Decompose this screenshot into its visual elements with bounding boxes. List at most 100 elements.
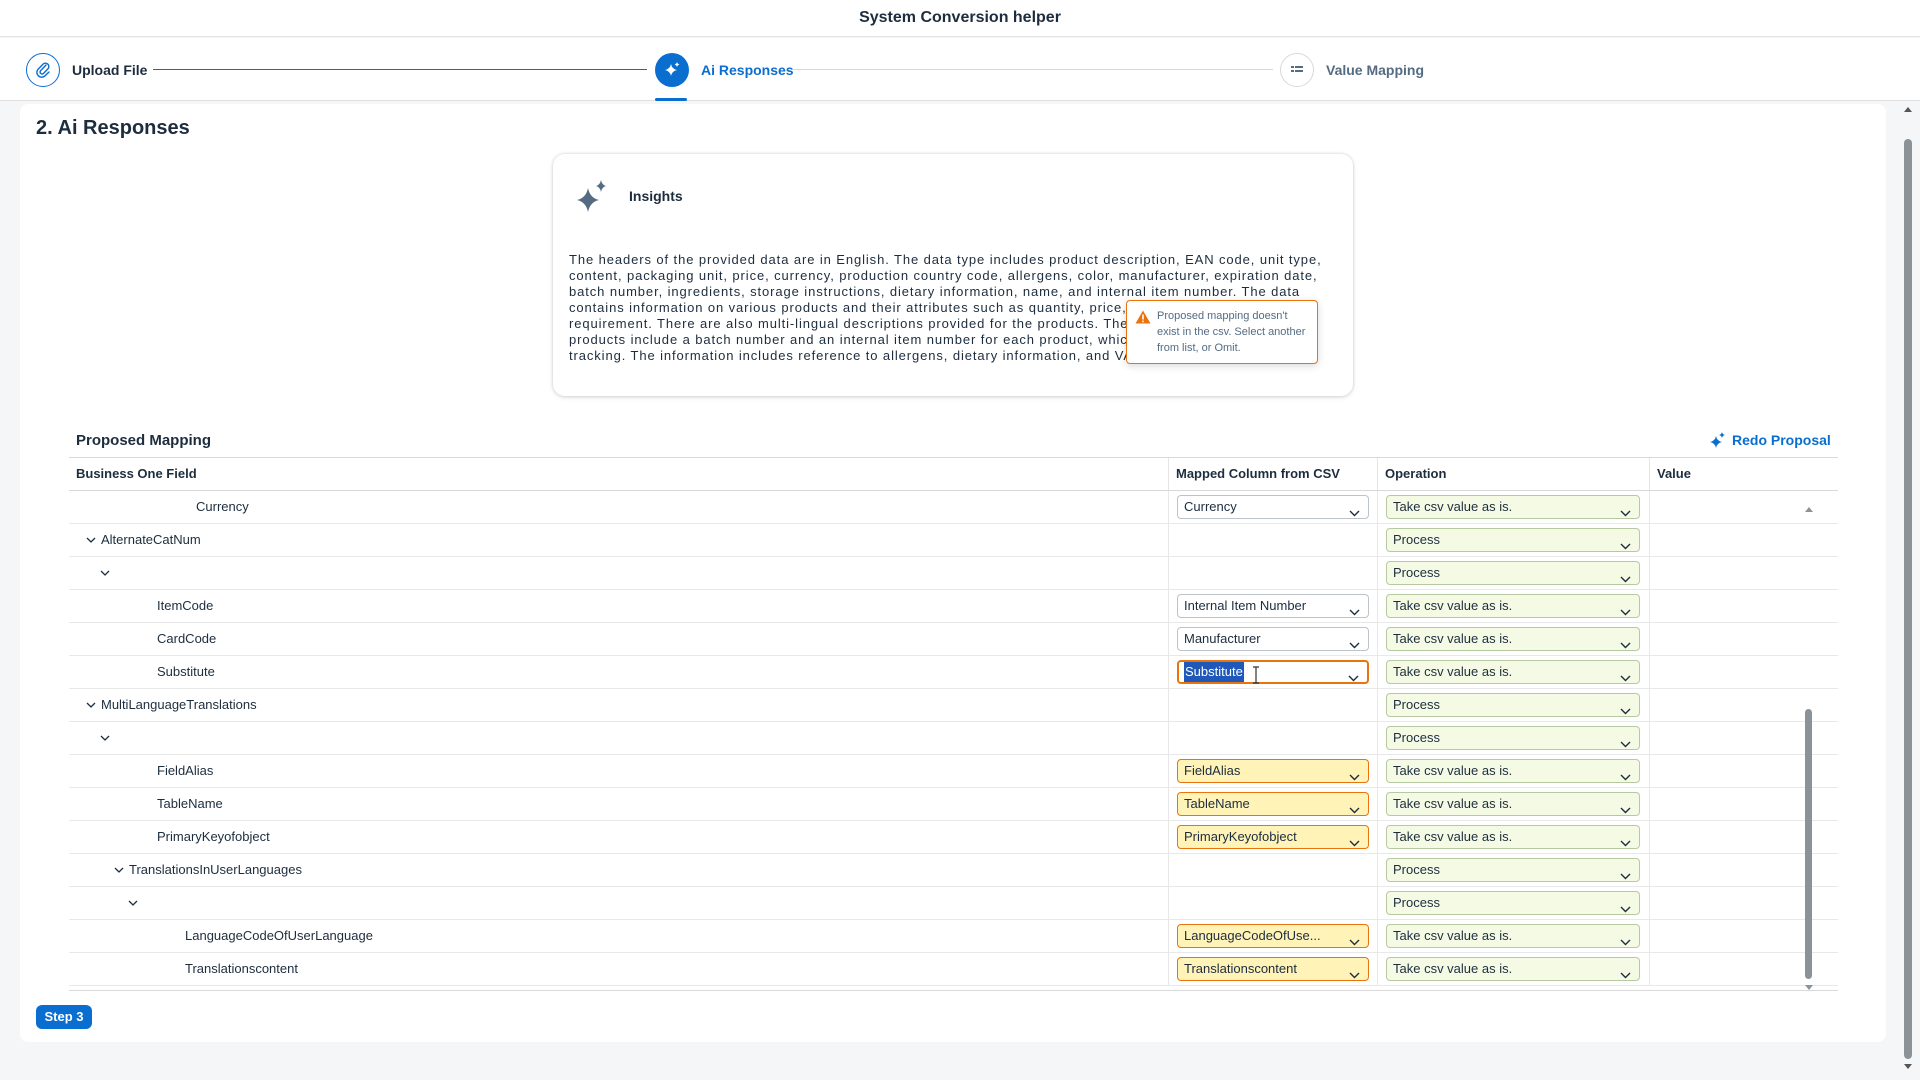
warning-icon [1135, 310, 1151, 329]
table-row[interactable]: ItemCode Internal Item Number Take csv val… [69, 590, 1838, 623]
field-name: TranslationsInUserLanguages [111, 854, 302, 886]
chevron-down-icon[interactable] [1620, 700, 1631, 716]
chevron-down-icon[interactable] [1349, 601, 1360, 617]
column-header-field[interactable]: Business One Field [69, 458, 1168, 490]
table-row[interactable]: Currency Currency Take csv value as is. [69, 491, 1838, 524]
table-row[interactable]: AlternateCatNum Process [69, 524, 1838, 557]
chevron-down-icon[interactable] [1620, 601, 1631, 617]
mapped-column-select[interactable]: TableName [1177, 792, 1369, 816]
operation-select[interactable]: Take csv value as is. [1386, 957, 1640, 981]
chevron-down-icon[interactable] [1620, 832, 1631, 848]
operation-select[interactable]: Take csv value as is. [1386, 495, 1640, 519]
operation-select[interactable]: Take csv value as is. [1386, 924, 1640, 948]
mapped-column-select[interactable]: Translationscontent [1177, 957, 1369, 981]
table-row[interactable]: Process [69, 722, 1838, 755]
operation-value: Process [1393, 862, 1440, 877]
mapped-column-select[interactable]: Internal Item Number [1177, 594, 1369, 618]
chevron-down-icon[interactable] [125, 887, 141, 919]
wizard-step-upload-file[interactable]: Upload File [26, 53, 147, 87]
chevron-down-icon[interactable] [1620, 733, 1631, 749]
table-scroll-thumb[interactable] [1805, 709, 1812, 979]
mapped-column-select[interactable]: PrimaryKeyofobject [1177, 825, 1369, 849]
operation-select[interactable]: Process [1386, 891, 1640, 915]
chevron-down-icon[interactable] [111, 854, 127, 886]
table-row[interactable]: CardCode Manufacturer Take csv value as is… [69, 623, 1838, 656]
scroll-up-icon[interactable] [1900, 104, 1916, 114]
field-label: Currency [196, 499, 249, 514]
field-name: TableName [157, 788, 223, 820]
operation-select[interactable]: Take csv value as is. [1386, 660, 1640, 684]
operation-value: Process [1393, 730, 1440, 745]
table-row[interactable]: Process [69, 557, 1838, 590]
column-header-value[interactable]: Value [1649, 458, 1838, 490]
operation-select[interactable]: Process [1386, 726, 1640, 750]
chevron-down-icon[interactable] [1349, 964, 1360, 980]
field-name: ItemCode [157, 590, 213, 622]
chevron-down-icon[interactable] [97, 557, 113, 589]
chevron-down-icon[interactable] [1620, 898, 1631, 914]
page-scroll-thumb[interactable] [1904, 139, 1912, 1059]
mapped-column-select[interactable]: Manufacturer [1177, 627, 1369, 651]
table-row[interactable]: TranslationsInUserLanguages Process [69, 854, 1838, 887]
operation-cell: Take csv value as is. [1377, 656, 1649, 688]
step-3-button[interactable]: Step 3 [36, 1005, 92, 1029]
chevron-down-icon[interactable] [1349, 766, 1360, 782]
wizard-step-value-mapping[interactable]: Value Mapping [1280, 53, 1424, 87]
mapped-column-select[interactable]: Substitute [1177, 660, 1369, 684]
operation-select[interactable]: Take csv value as is. [1386, 759, 1640, 783]
table-scrollbar[interactable] [1803, 504, 1815, 994]
operation-select[interactable]: Take csv value as is. [1386, 594, 1640, 618]
chevron-down-icon[interactable] [1620, 634, 1631, 650]
chevron-down-icon[interactable] [1349, 832, 1360, 848]
redo-proposal-label: Redo Proposal [1732, 432, 1831, 448]
chevron-down-icon[interactable] [97, 722, 113, 754]
chevron-down-icon[interactable] [1620, 535, 1631, 551]
chevron-down-icon[interactable] [1620, 766, 1631, 782]
chevron-down-icon[interactable] [1620, 865, 1631, 881]
mapped-column-select[interactable]: Currency [1177, 495, 1369, 519]
operation-select[interactable]: Process [1386, 858, 1640, 882]
operation-select[interactable]: Process [1386, 528, 1640, 552]
column-header-operation[interactable]: Operation [1377, 458, 1649, 490]
chevron-down-icon[interactable] [1620, 931, 1631, 947]
wizard-step-ai-responses[interactable]: Ai Responses [655, 53, 794, 87]
chevron-down-icon[interactable] [1620, 568, 1631, 584]
chevron-down-icon[interactable] [83, 524, 99, 556]
operation-select[interactable]: Take csv value as is. [1386, 825, 1640, 849]
scroll-up-icon[interactable] [1803, 504, 1815, 514]
table-row[interactable]: PrimaryKeyofobject PrimaryKeyofobject Take… [69, 821, 1838, 854]
chevron-down-icon[interactable] [1349, 502, 1360, 518]
mapped-cell: Internal Item Number [1168, 590, 1377, 622]
mapped-column-value: Internal Item Number [1184, 598, 1307, 613]
chevron-down-icon[interactable] [1620, 502, 1631, 518]
scroll-down-icon[interactable] [1900, 1062, 1916, 1072]
mapped-column-select[interactable]: FieldAlias [1177, 759, 1369, 783]
chevron-down-icon[interactable] [1620, 667, 1631, 683]
redo-proposal-button[interactable]: Redo Proposal [1710, 432, 1831, 448]
table-row[interactable]: MultiLanguageTranslations Process [69, 689, 1838, 722]
field-label: TableName [157, 796, 223, 811]
chevron-down-icon[interactable] [1349, 634, 1360, 650]
operation-select[interactable]: Process [1386, 693, 1640, 717]
table-row[interactable]: Substitute Substitute Take csv value as is… [69, 656, 1838, 689]
chevron-down-icon[interactable] [1349, 931, 1360, 947]
operation-select[interactable]: Take csv value as is. [1386, 627, 1640, 651]
page-scrollbar[interactable] [1900, 104, 1916, 1074]
chevron-down-icon[interactable] [1349, 799, 1360, 815]
table-row[interactable]: TableName TableName Take csv value as is. [69, 788, 1838, 821]
operation-select[interactable]: Process [1386, 561, 1640, 585]
operation-value: Take csv value as is. [1393, 928, 1513, 943]
mapped-column-value: PrimaryKeyofobject [1184, 829, 1297, 844]
chevron-down-icon[interactable] [1348, 668, 1359, 682]
chevron-down-icon[interactable] [1620, 964, 1631, 980]
column-header-mapped[interactable]: Mapped Column from CSV [1168, 458, 1377, 490]
table-row[interactable]: LanguageCodeOfUserLanguage LanguageCodeOf… [69, 920, 1838, 953]
table-row[interactable]: Process [69, 887, 1838, 920]
mapped-column-select[interactable]: LanguageCodeOfUse... [1177, 924, 1369, 948]
scroll-down-icon[interactable] [1803, 983, 1815, 993]
table-row[interactable]: FieldAlias FieldAlias Take csv value as is… [69, 755, 1838, 788]
chevron-down-icon[interactable] [83, 689, 99, 721]
table-row[interactable]: Translationscontent Translationscontent Ta… [69, 953, 1838, 986]
chevron-down-icon[interactable] [1620, 799, 1631, 815]
operation-select[interactable]: Take csv value as is. [1386, 792, 1640, 816]
